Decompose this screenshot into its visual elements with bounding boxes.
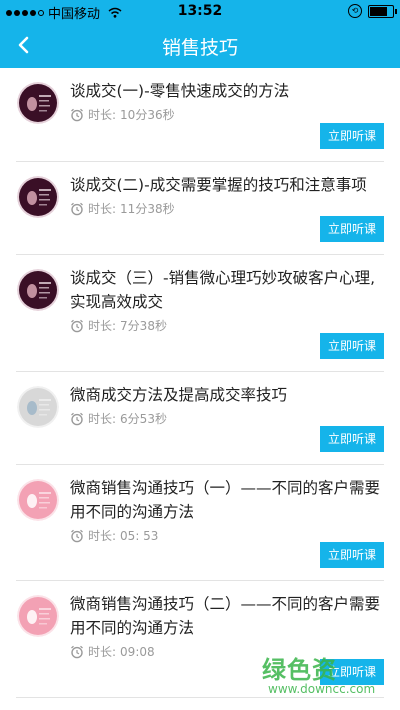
duration-value: 10分36秒 [120, 108, 175, 122]
battery-level [370, 6, 387, 16]
duration-label: 时长: [88, 645, 117, 659]
course-title: 谈成交（三）-销售微心理巧妙攻破客户心理, 实现高效成交 [70, 269, 376, 311]
status-right: ⟲ [348, 4, 397, 18]
listen-now-button[interactable]: 立即听课 [320, 333, 384, 359]
duration-value: 6分53秒 [120, 412, 167, 426]
status-bar: 中国移动 13:52 ⟲ [0, 0, 400, 22]
course-avatar [17, 479, 59, 521]
duration-label: 时长: [88, 412, 117, 426]
duration-label: 时长: [88, 319, 117, 333]
course-title: 微商销售沟通技巧（二）——不同的客户需要用不同的沟通方法 [70, 595, 381, 637]
course-title: 谈成交(一)-零售快速成交的方法 [70, 82, 290, 100]
course-avatar [17, 82, 59, 124]
duration-label: 时长: [88, 529, 117, 543]
alarm-clock-icon [71, 202, 83, 215]
listen-now-button[interactable]: 立即听课 [320, 426, 384, 452]
duration-row: 时长: 7分38秒 [70, 317, 167, 334]
listen-now-button[interactable]: 立即听课 [320, 216, 384, 242]
watermark-logo: 绿色资 www.downcc.com [262, 650, 392, 706]
duration-value: 11分38秒 [120, 202, 175, 216]
duration-value: 7分38秒 [120, 319, 167, 333]
watermark-brand: 绿色资 [262, 656, 337, 684]
status-time: 13:52 [177, 3, 223, 19]
course-avatar [17, 269, 59, 311]
listen-now-button[interactable]: 立即听课 [320, 123, 384, 149]
list-item[interactable]: 谈成交(二)-成交需要掌握的技巧和注意事项 时长: 11分38秒 立即听课 [0, 162, 400, 255]
list-item[interactable]: 谈成交（三）-销售微心理巧妙攻破客户心理, 实现高效成交时长: 7分38秒立即听课 [0, 255, 400, 372]
course-title: 微商成交方法及提高成交率技巧 [70, 386, 288, 404]
alarm-clock-icon [71, 108, 83, 121]
duration-label: 时长: [88, 108, 117, 122]
listen-now-button[interactable]: 立即听课 [320, 542, 384, 568]
nav-bar: 销售技巧 [0, 22, 400, 68]
course-title: 微商销售沟通技巧（一）——不同的客户需要用不同的沟通方法 [70, 479, 381, 521]
alarm-clock-icon [71, 645, 83, 658]
course-title: 谈成交(二)-成交需要掌握的技巧和注意事项 [70, 176, 367, 194]
page-title: 销售技巧 [161, 37, 238, 59]
course-avatar [17, 386, 59, 428]
duration-label: 时长: [88, 202, 117, 216]
duration-value: 09:08 [120, 644, 155, 659]
watermark-site: www.downcc.com [268, 682, 376, 696]
alarm-clock-icon [71, 529, 83, 542]
list-item[interactable]: 谈成交(一)-零售快速成交的方法 时长: 10分36秒 立即听课 [0, 68, 400, 162]
duration-row: 时长: 05: 53 [70, 527, 158, 544]
duration-row: 时长: 6分53秒 [70, 410, 167, 427]
battery-icon [368, 4, 397, 18]
duration-row: 时长: 10分36秒 [70, 106, 175, 123]
duration-value: 05: 53 [120, 528, 159, 543]
list-item[interactable]: 微商成交方法及提高成交率技巧 时长: 6分53秒 立即听课 [0, 372, 400, 465]
course-avatar [17, 595, 59, 637]
alarm-clock-icon [71, 412, 83, 425]
duration-row: 时长: 09:08 [70, 643, 155, 660]
course-avatar [17, 176, 59, 218]
rotation-lock-icon: ⟲ [348, 4, 362, 18]
duration-row: 时长: 11分38秒 [70, 200, 175, 217]
list-item[interactable]: 微商销售沟通技巧（一）——不同的客户需要用不同的沟通方法时长: 05: 53 立即听… [0, 465, 400, 581]
screen: 中国移动 13:52 ⟲ 销售技巧 谈成交(一)-零售快速成交的方法 时长: 10分… [0, 0, 400, 710]
alarm-clock-icon [71, 319, 83, 332]
